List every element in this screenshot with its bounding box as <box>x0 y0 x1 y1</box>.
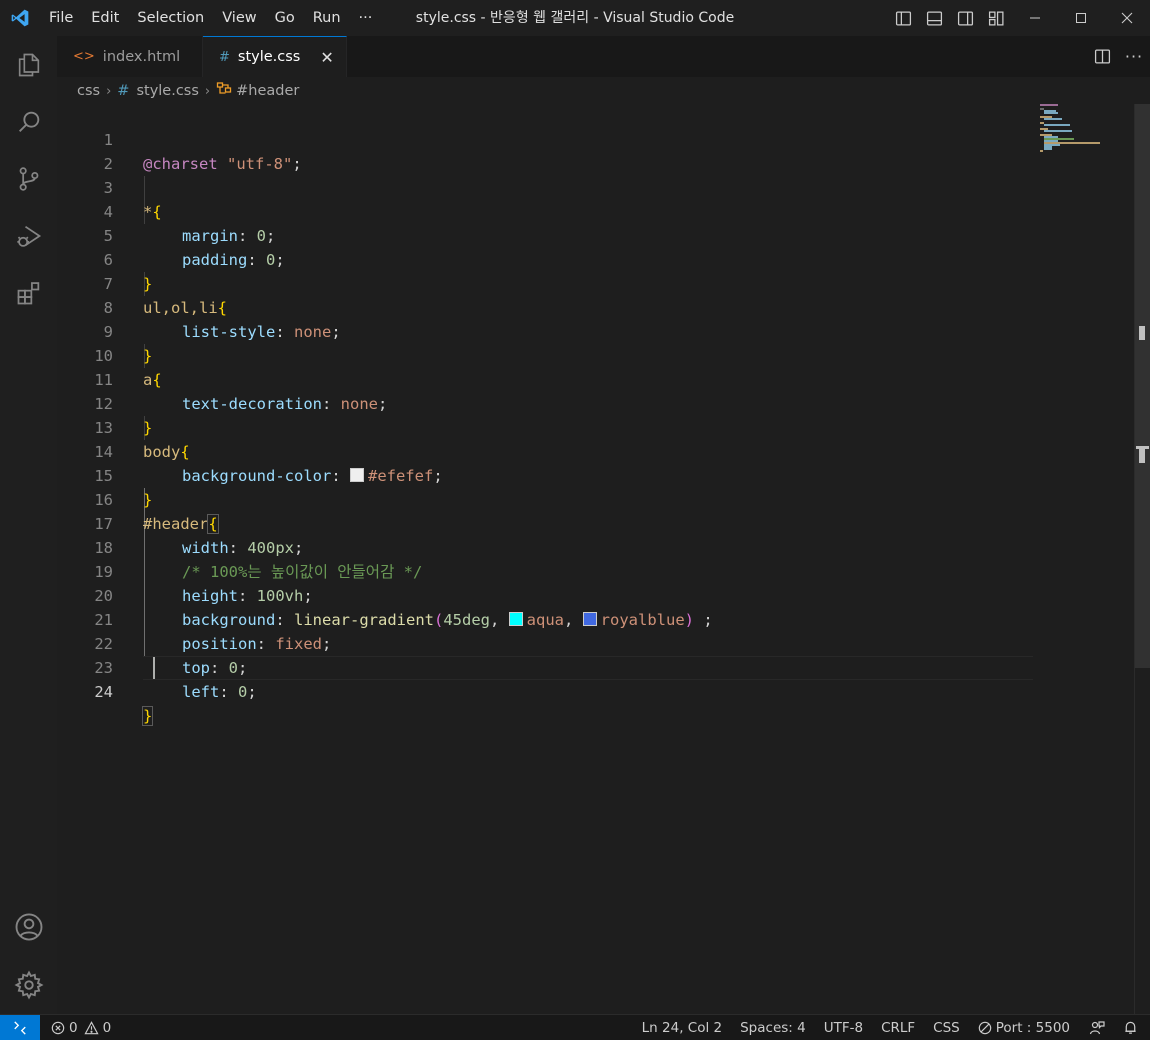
close-tab-icon[interactable]: ✕ <box>320 48 333 67</box>
port-disabled-icon <box>978 1021 992 1035</box>
warning-icon <box>84 1020 99 1035</box>
code-line: 23 left: 0; <box>94 659 257 701</box>
menu-bar: File Edit Selection View Go Run ··· <box>40 0 381 36</box>
code-line: 4 margin: 0; <box>103 203 276 245</box>
menu-more-icon[interactable]: ··· <box>350 0 382 36</box>
code-line: 14 background-color: #efefef; <box>94 443 443 485</box>
maximize-icon[interactable] <box>1058 0 1104 36</box>
port-label: Port : 5500 <box>995 1019 1070 1036</box>
toggle-panel-icon[interactable] <box>919 0 950 36</box>
code-line: 20 background: linear-gradient(45deg, aq… <box>94 587 713 629</box>
chevron-right-icon: › <box>106 83 112 99</box>
cursor-position[interactable]: Ln 24, Col 2 <box>633 1015 731 1040</box>
code-line: 12 } <box>94 395 153 437</box>
menu-selection[interactable]: Selection <box>128 0 213 36</box>
notifications-bell-icon[interactable] <box>1115 1015 1150 1040</box>
extensions-icon[interactable] <box>0 264 57 321</box>
feedback-icon[interactable] <box>1079 1015 1115 1040</box>
text-cursor <box>153 657 155 679</box>
code-line: 9 } <box>103 323 153 365</box>
error-icon <box>51 1021 65 1035</box>
live-server-port[interactable]: Port : 5500 <box>969 1015 1079 1040</box>
code-editor[interactable]: 1 @charset "utf-8"; 2 3 *{ 4 margin: 0; … <box>57 104 1150 1014</box>
code-line: 7 ul,ol,li{ <box>103 275 227 317</box>
minimap[interactable] <box>1040 104 1130 164</box>
code-line: 21 position: fixed; <box>94 611 332 653</box>
chevron-right-icon: › <box>204 83 211 99</box>
breadcrumb-folder[interactable]: css <box>77 83 100 99</box>
toggle-secondary-sidebar-icon[interactable] <box>950 0 981 36</box>
code-line: 5 padding: 0; <box>103 227 285 269</box>
close-window-icon[interactable] <box>1104 0 1150 36</box>
css-file-icon: # <box>117 83 130 99</box>
code-line: 13 body{ <box>94 419 190 461</box>
source-control-icon[interactable] <box>0 150 57 207</box>
breadcrumb-symbol[interactable]: #header <box>236 83 299 99</box>
code-line: 10 a{ <box>94 347 162 389</box>
status-bar: 0 0 Ln 24, Col 2 Spaces: 4 UTF-8 CRLF CS… <box>0 1014 1150 1040</box>
scrollbar-marker <box>1139 326 1145 340</box>
code-line: 2 <box>103 155 113 173</box>
line-ending[interactable]: CRLF <box>872 1015 924 1040</box>
title-bar: File Edit Selection View Go Run ··· styl… <box>0 0 1150 36</box>
search-icon[interactable] <box>0 93 57 150</box>
symbol-class-icon <box>216 81 232 101</box>
code-line: 11 text-decoration: none; <box>94 371 388 413</box>
account-icon[interactable] <box>0 898 57 955</box>
code-line: 22 top: 0; <box>94 635 248 677</box>
explorer-icon[interactable] <box>0 36 57 93</box>
minimize-icon[interactable] <box>1012 0 1058 36</box>
code-line: 8 list-style: none; <box>103 299 341 341</box>
vertical-scrollbar[interactable] <box>1134 104 1150 1014</box>
language-mode[interactable]: CSS <box>924 1015 969 1040</box>
breadcrumb: css › # style.css › #header <box>77 79 299 103</box>
code-line: 16 #header{ <box>94 491 219 534</box>
code-line: 3 *{ <box>103 179 162 221</box>
css-file-icon: # <box>219 49 230 65</box>
code-line: 18 /* 100%는 높이값이 안들어감 */ <box>94 539 423 581</box>
activity-bar <box>0 36 57 1014</box>
menu-file[interactable]: File <box>40 0 82 36</box>
settings-gear-icon[interactable] <box>0 956 57 1013</box>
code-line: 15 } <box>94 467 153 509</box>
vscode-logo-icon <box>0 0 40 36</box>
problems-indicator[interactable]: 0 0 <box>40 1015 118 1040</box>
tab-index-html[interactable]: <> index.html <box>57 36 203 77</box>
scrollbar-thumb[interactable] <box>1135 104 1150 668</box>
tab-label: style.css <box>237 49 301 65</box>
scrollbar-marker <box>1139 449 1145 463</box>
more-actions-icon[interactable]: ··· <box>1118 36 1150 77</box>
split-editor-icon[interactable] <box>1086 36 1118 77</box>
menu-run[interactable]: Run <box>304 0 350 36</box>
menu-edit[interactable]: Edit <box>82 0 128 36</box>
code-line: 17 width: 400px; <box>94 515 304 557</box>
toggle-primary-sidebar-icon[interactable] <box>888 0 919 36</box>
code-line: 6 } <box>103 251 153 293</box>
indentation-setting[interactable]: Spaces: 4 <box>731 1015 815 1040</box>
remote-indicator-icon[interactable] <box>0 1015 40 1040</box>
menu-go[interactable]: Go <box>266 0 304 36</box>
tab-style-css[interactable]: # style.css ✕ <box>203 36 347 77</box>
tab-label: index.html <box>102 48 181 65</box>
run-debug-icon[interactable] <box>0 207 57 264</box>
customize-layout-icon[interactable] <box>981 0 1012 36</box>
code-line: 1 @charset "utf-8"; <box>103 131 302 173</box>
code-line: 19 height: 100vh; <box>94 563 313 605</box>
breadcrumb-file[interactable]: style.css <box>136 83 198 99</box>
code-line-current: 24 } <box>94 683 154 726</box>
editor-tab-bar: <> index.html # style.css ✕ ··· <box>57 36 1150 77</box>
file-encoding[interactable]: UTF-8 <box>815 1015 872 1040</box>
menu-view[interactable]: View <box>213 0 265 36</box>
warning-count: 0 <box>102 1019 112 1036</box>
html-file-icon: <> <box>73 49 95 64</box>
error-count: 0 <box>69 1019 78 1036</box>
